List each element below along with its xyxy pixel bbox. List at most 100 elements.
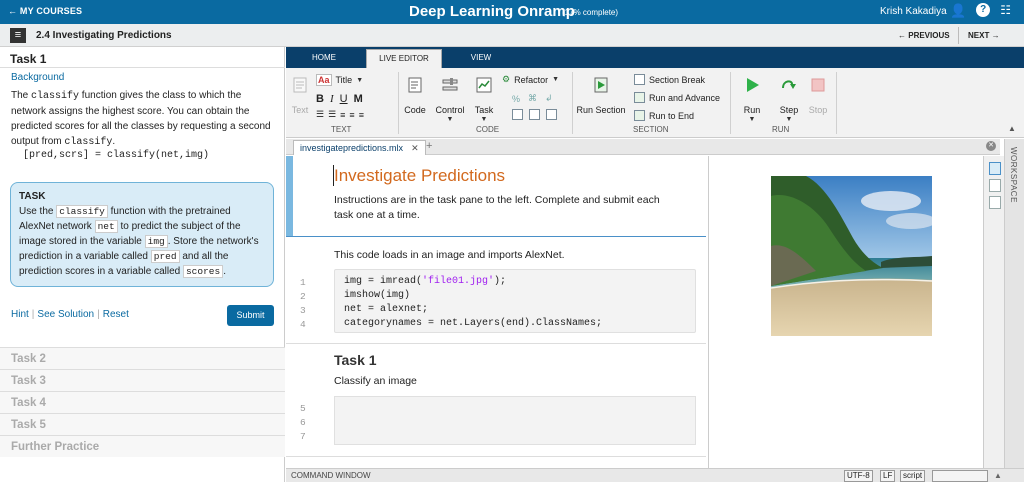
output-right-icon[interactable] (989, 162, 1001, 175)
command-window-label[interactable]: COMMAND WINDOW (291, 471, 371, 480)
next-button[interactable]: NEXT → (968, 31, 1000, 40)
tab-home[interactable]: HOME (298, 47, 350, 68)
user-name[interactable]: Krish Kakadiya (880, 6, 947, 17)
line-number: 1 (300, 277, 306, 288)
title-style-dropdown[interactable]: Aa Title ▼ (316, 74, 363, 86)
underline-button[interactable]: U (340, 93, 348, 105)
see-solution-link[interactable]: See Solution (37, 309, 94, 320)
tab-view[interactable]: VIEW (456, 47, 506, 68)
close-icon[interactable]: ✕ (411, 143, 419, 153)
stop-icon (811, 78, 825, 92)
live-editor[interactable]: Investigate Predictions Instructions are… (286, 156, 708, 468)
apps-grid-icon[interactable]: ☷ (1000, 3, 1011, 19)
play-icon (747, 78, 759, 92)
user-icon[interactable]: 👤 (950, 3, 966, 19)
task-list-item[interactable]: Task 4 (0, 391, 285, 413)
chevron-down-icon: ▼ (480, 116, 488, 123)
line-ending-indicator: LF (880, 470, 896, 482)
wrap-icon[interactable]: ↲ (545, 93, 553, 104)
help-icon[interactable]: ? (976, 3, 991, 17)
align-right-icon[interactable]: ≡ (359, 110, 364, 120)
run-button[interactable]: Run ▼ (740, 76, 764, 123)
decrease-indent-icon[interactable] (546, 109, 557, 120)
indent-icons (512, 109, 557, 120)
code-button[interactable]: Code (402, 76, 428, 115)
workspace-panel[interactable]: WORKSPACE (1004, 139, 1024, 468)
text-button[interactable]: Text (290, 76, 310, 115)
code-icon (408, 77, 422, 93)
align-left-icon[interactable]: ≡ (340, 110, 345, 120)
code-line[interactable]: net = alexnet; (344, 304, 428, 315)
submit-button[interactable]: Submit (227, 305, 274, 326)
editor-tabs: investigatepredictions.mlx ✕ + ✕ (286, 139, 1000, 155)
file-type-indicator: script (900, 470, 926, 482)
run-to-end-button[interactable]: Run to End (634, 110, 694, 121)
background-text: The classify function gives the class to… (11, 90, 271, 148)
step-button[interactable]: Step ▼ (776, 76, 802, 123)
close-editor-icon[interactable]: ✕ (986, 141, 996, 151)
add-tab-icon[interactable]: + (426, 140, 432, 152)
course-title: Deep Learning Onramp (409, 3, 575, 20)
text-style-icon: Aa (316, 74, 332, 86)
format-buttons: B I U M (316, 93, 363, 105)
lesson-bar: ≡ 2.4 Investigating Predictions ← PREVIO… (0, 24, 1024, 47)
document-title[interactable]: Investigate Predictions (334, 166, 505, 186)
control-icon (442, 78, 458, 91)
percent-icon[interactable]: % (512, 94, 520, 104)
code-intro-text[interactable]: This code loads in an image and imports … (334, 249, 565, 261)
task-list-item[interactable]: Task 3 (0, 369, 285, 391)
refactor-dropdown[interactable]: ⚙ Refactor ▼ (502, 74, 559, 85)
comment-icon[interactable]: ⌘ (528, 93, 537, 104)
run-section-button[interactable]: Run Section (576, 76, 626, 115)
expand-command-window-icon[interactable]: ▲ (994, 471, 1002, 480)
workspace-label: WORKSPACE (1009, 147, 1018, 203)
section-indicator (286, 156, 293, 236)
bold-button[interactable]: B (316, 93, 324, 105)
nav-divider (958, 27, 959, 44)
hint-link[interactable]: Hint (11, 309, 29, 320)
increase-indent-icon[interactable] (529, 109, 540, 120)
divider (572, 72, 573, 134)
divider (0, 67, 285, 68)
code-line[interactable]: img = imread('file01.jpg'); (344, 276, 506, 287)
left-arrow-icon: ← (898, 31, 906, 40)
stop-button[interactable]: Stop (806, 76, 830, 115)
italic-button[interactable]: I (330, 93, 334, 105)
section-break-button[interactable]: Section Break (634, 74, 705, 85)
tab-live-editor[interactable]: LIVE EDITOR (366, 49, 442, 68)
monospace-button[interactable]: M (354, 93, 363, 105)
collapse-ribbon-icon[interactable]: ▲ (1008, 124, 1016, 133)
task1-text[interactable]: Classify an image (334, 375, 417, 387)
run-and-advance-button[interactable]: Run and Advance (634, 92, 720, 103)
cursor-position-indicator (932, 470, 988, 482)
code-block-empty[interactable] (334, 396, 696, 445)
reset-link[interactable]: Reset (103, 309, 129, 320)
code-line[interactable]: categorynames = net.Layers(end).ClassNam… (344, 318, 602, 329)
output-inline-icon[interactable] (989, 179, 1001, 192)
task-list-item[interactable]: Further Practice (0, 435, 285, 457)
section-break-icon (634, 74, 645, 85)
divider (398, 72, 399, 134)
section-divider (286, 236, 706, 237)
code-line[interactable]: imshow(img) (344, 290, 410, 301)
align-center-icon[interactable]: ≡ (349, 110, 354, 120)
list-align-buttons: ☰ ☰ ≡ ≡ ≡ (316, 109, 364, 120)
file-tab[interactable]: investigatepredictions.mlx ✕ (293, 140, 426, 155)
task-list-item[interactable]: Task 2 (0, 347, 285, 369)
task1-heading[interactable]: Task 1 (334, 352, 377, 368)
smart-indent-icon[interactable] (512, 109, 523, 120)
numbered-list-icon[interactable]: ☰ (328, 109, 336, 120)
run-and-advance-icon (634, 92, 645, 103)
output-pane (708, 156, 983, 468)
task-button[interactable]: Task ▼ (472, 76, 496, 123)
hide-code-icon[interactable] (989, 196, 1001, 209)
my-courses-link[interactable]: ← MY COURSES (8, 6, 82, 16)
intro-text[interactable]: Instructions are in the task pane to the… (334, 193, 674, 223)
task-list-item[interactable]: Task 5 (0, 413, 285, 435)
previous-button[interactable]: ← PREVIOUS (898, 31, 950, 40)
bulleted-list-icon[interactable]: ☰ (316, 109, 324, 120)
run-section-icon (594, 77, 608, 93)
task-icon (476, 77, 492, 93)
menu-icon[interactable]: ≡ (10, 28, 26, 43)
control-button[interactable]: Control ▼ (433, 76, 467, 123)
